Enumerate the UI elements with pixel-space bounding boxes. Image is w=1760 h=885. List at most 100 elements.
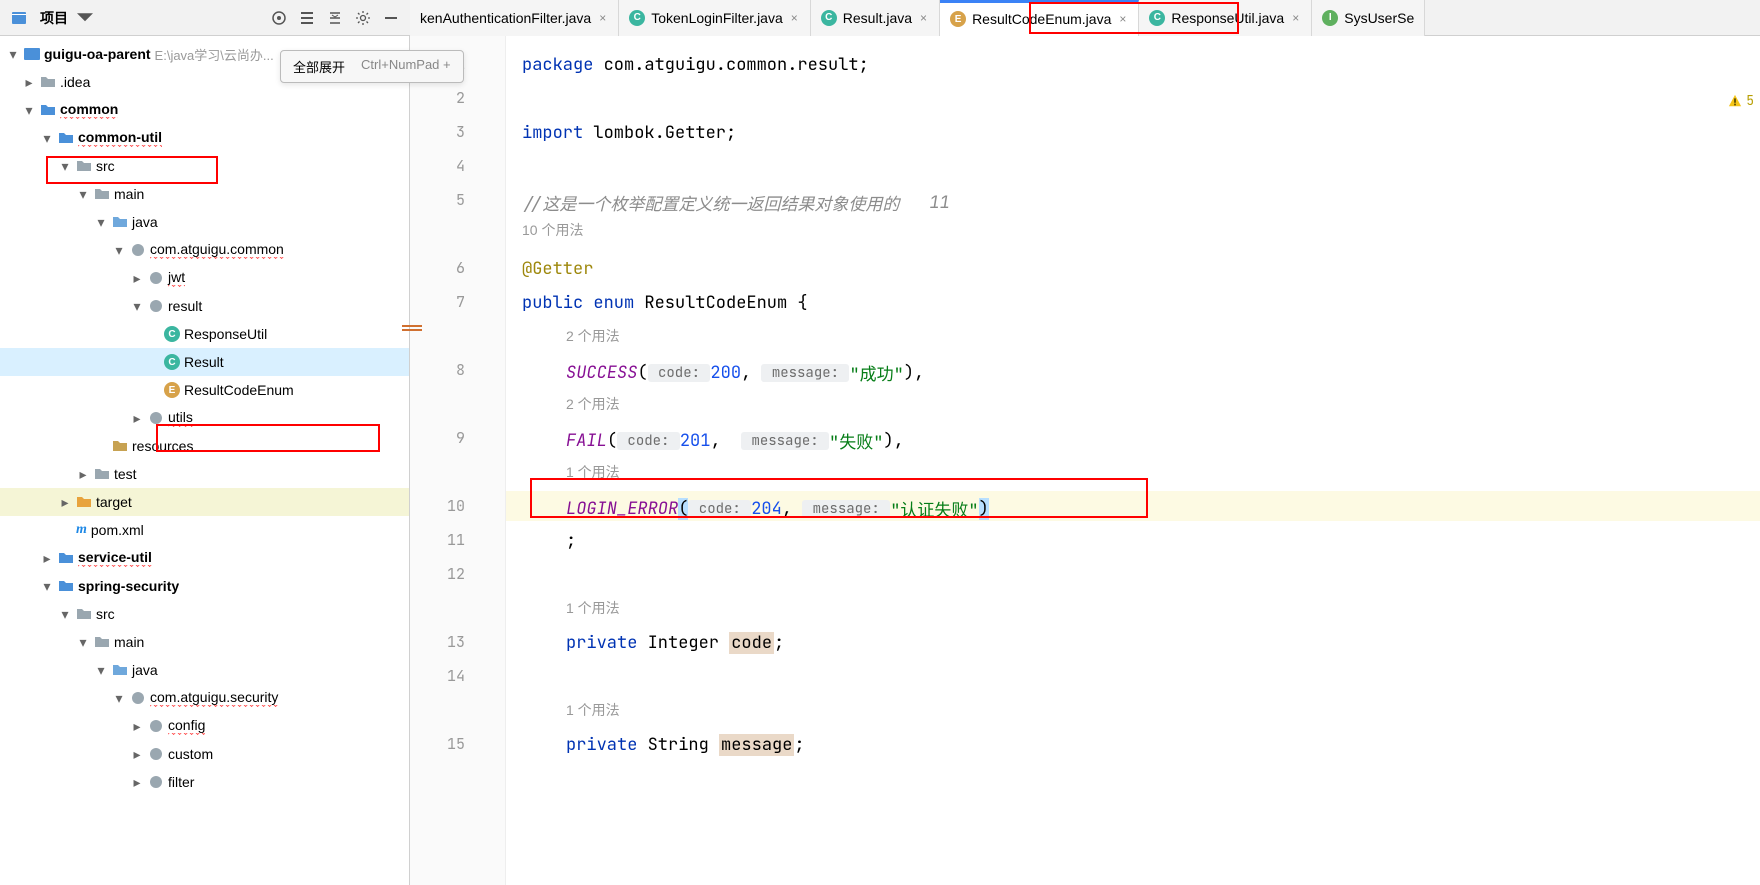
tree-target-1[interactable]: ▸ target (0, 488, 409, 516)
hide-icon[interactable] (380, 7, 402, 29)
chevron-right-icon[interactable]: ▸ (130, 747, 144, 761)
close-icon[interactable]: × (918, 11, 929, 25)
chevron-right-icon[interactable]: ▸ (58, 495, 72, 509)
class-icon: C (1149, 10, 1165, 26)
code-line-package: package com.atguigu.common.result; (522, 54, 869, 76)
tree-path: E:\java学习\云尚办... (155, 45, 274, 64)
code-editor[interactable]: 1 2 3 4 5 6 7 8 9 10 11 12 13 14 15 pack… (410, 36, 1760, 885)
tree-pom-1[interactable]: m pom.xml (0, 516, 409, 544)
package-icon (148, 718, 164, 734)
chevron-down-icon[interactable]: ▾ (112, 691, 126, 705)
code-line-success: SUCCESS( code: 200, message: "成功"), (566, 360, 924, 386)
usage-hint-1b[interactable]: 1 个用法 (566, 598, 620, 618)
src-folder-icon (112, 662, 128, 678)
tree-src-2[interactable]: ▾ src (0, 600, 409, 628)
dropdown-icon[interactable] (74, 7, 96, 29)
class-icon: C (164, 326, 180, 342)
tree-common-util[interactable]: ▾ common-util (0, 124, 409, 152)
tree-java-1[interactable]: ▾ java (0, 208, 409, 236)
tree-result-class[interactable]: C Result (0, 348, 409, 376)
tab-sys-user[interactable]: I SysUserSe (1312, 0, 1425, 36)
chevron-down-icon[interactable]: ▾ (58, 607, 72, 621)
package-icon (148, 298, 164, 314)
tab-result[interactable]: C Result.java × (811, 0, 940, 36)
tree-java-2[interactable]: ▾ java (0, 656, 409, 684)
tree-service-util[interactable]: ▸ service-util (0, 544, 409, 572)
tree-label: resources (132, 438, 193, 454)
chevron-down-icon[interactable]: ▾ (76, 635, 90, 649)
expand-all-icon[interactable] (296, 7, 318, 29)
chevron-down-icon[interactable]: ▾ (40, 131, 54, 145)
line-num: 12 (447, 564, 465, 584)
settings-icon[interactable] (352, 7, 374, 29)
chevron-down-icon[interactable]: ▾ (112, 243, 126, 257)
close-icon[interactable]: × (1117, 12, 1128, 26)
tree-custom[interactable]: ▸ custom (0, 740, 409, 768)
close-icon[interactable]: × (789, 11, 800, 25)
chevron-right-icon[interactable]: ▸ (130, 719, 144, 733)
tree-common[interactable]: ▾ common (0, 96, 409, 124)
chevron-down-icon[interactable]: ▾ (58, 159, 72, 173)
usage-hint-10[interactable]: 10 个用法 (522, 220, 583, 240)
package-icon (148, 270, 164, 286)
tree-pkg-security[interactable]: ▾ com.atguigu.security (0, 684, 409, 712)
module-icon (58, 578, 74, 594)
tooltip-shortcut: Ctrl+NumPad + (361, 57, 451, 76)
chevron-down-icon[interactable]: ▾ (6, 47, 20, 61)
tree-resources-1[interactable]: resources (0, 432, 409, 460)
chevron-right-icon[interactable]: ▸ (130, 411, 144, 425)
folder-icon (94, 634, 110, 650)
tree-main-2[interactable]: ▾ main (0, 628, 409, 656)
tree-label: main (114, 634, 144, 650)
tab-auth-filter[interactable]: kenAuthenticationFilter.java × (410, 0, 619, 36)
chevron-right-icon[interactable]: ▸ (130, 271, 144, 285)
chevron-down-icon[interactable]: ▾ (22, 103, 36, 117)
collapse-all-icon[interactable] (324, 7, 346, 29)
line-num: 13 (447, 632, 465, 652)
tree-label: custom (168, 746, 213, 762)
tree-config[interactable]: ▸ config (0, 712, 409, 740)
tree-result-code-enum[interactable]: E ResultCodeEnum (0, 376, 409, 404)
chevron-right-icon[interactable]: ▸ (130, 775, 144, 789)
tree-pkg-common[interactable]: ▾ com.atguigu.common (0, 236, 409, 264)
enum-icon: E (950, 11, 966, 27)
line-num: 6 (456, 258, 465, 278)
tree-spring-security[interactable]: ▾ spring-security (0, 572, 409, 600)
chevron-down-icon[interactable]: ▾ (40, 579, 54, 593)
tree-test-1[interactable]: ▸ test (0, 460, 409, 488)
close-icon[interactable]: × (597, 11, 608, 25)
folder-icon (76, 606, 92, 622)
tab-token-login[interactable]: C TokenLoginFilter.java × (619, 0, 811, 36)
line-gutter: 1 2 3 4 5 6 7 8 9 10 11 12 13 14 15 (410, 36, 506, 885)
tree-result[interactable]: ▾ result (0, 292, 409, 320)
chevron-down-icon[interactable]: ▾ (130, 299, 144, 313)
chevron-right-icon[interactable]: ▸ (40, 551, 54, 565)
usage-hint-1a[interactable]: 1 个用法 (566, 462, 620, 482)
folder-icon (40, 74, 56, 90)
code-body[interactable]: package com.atguigu.common.result; impor… (506, 36, 1760, 885)
line-num: 15 (447, 734, 465, 754)
chevron-right-icon[interactable]: ▸ (22, 75, 36, 89)
chevron-down-icon[interactable]: ▾ (76, 187, 90, 201)
usage-hint-2b[interactable]: 2 个用法 (566, 394, 620, 414)
usage-hint-2a[interactable]: 2 个用法 (566, 326, 620, 346)
tree-filter[interactable]: ▸ filter (0, 768, 409, 796)
warning-indicator[interactable]: 5 (1728, 92, 1754, 109)
panel-resize-handle[interactable] (402, 325, 422, 331)
chevron-right-icon[interactable]: ▸ (76, 467, 90, 481)
close-icon[interactable]: × (1290, 11, 1301, 25)
select-opened-icon[interactable] (268, 7, 290, 29)
tree-main-1[interactable]: ▾ main (0, 180, 409, 208)
tree-src-1[interactable]: ▾ src (0, 152, 409, 180)
chevron-down-icon[interactable]: ▾ (94, 215, 108, 229)
project-tree: ▾ guigu-oa-parent E:\java学习\云尚办... ▸ .id… (0, 36, 409, 800)
tree-label: spring-security (78, 578, 179, 594)
chevron-down-icon[interactable]: ▾ (94, 663, 108, 677)
tree-label: guigu-oa-parent (44, 46, 151, 62)
tree-jwt[interactable]: ▸ jwt (0, 264, 409, 292)
tab-response-util[interactable]: C ResponseUtil.java × (1139, 0, 1312, 36)
usage-hint-1c[interactable]: 1 个用法 (566, 700, 620, 720)
tree-response-util[interactable]: C ResponseUtil (0, 320, 409, 348)
tab-result-code-enum[interactable]: E ResultCodeEnum.java × (940, 0, 1139, 36)
tree-utils[interactable]: ▸ utils (0, 404, 409, 432)
